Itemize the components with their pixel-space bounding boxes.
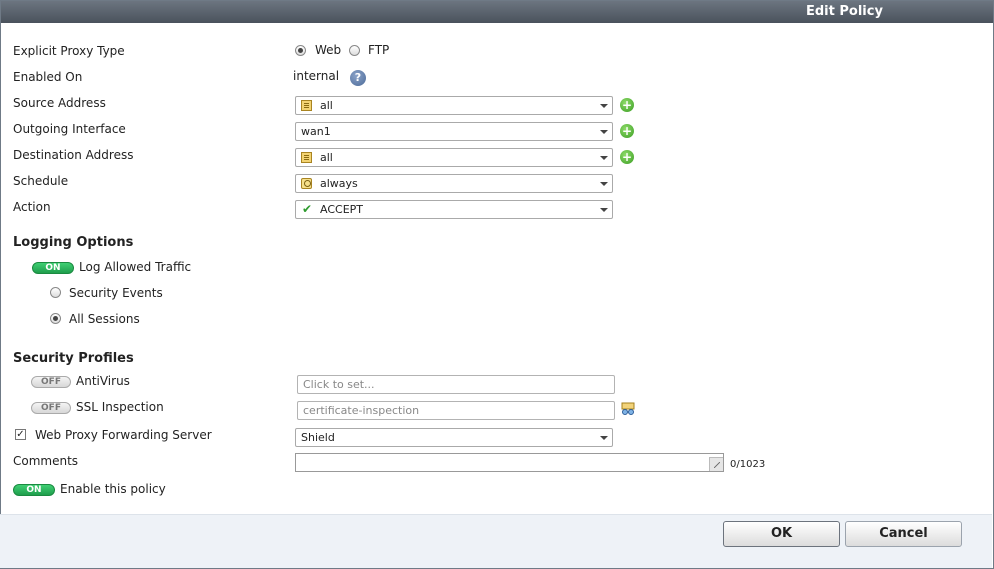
web-proxy-forwarding-select[interactable]: Shield (295, 428, 613, 447)
schedule-label: Schedule (13, 174, 69, 188)
log-allowed-traffic-label: Log Allowed Traffic (79, 260, 192, 274)
dialog-footer (0, 514, 992, 568)
chevron-down-icon (600, 156, 608, 160)
all-sessions-label: All Sessions (69, 312, 140, 326)
ssl-inspection-label: SSL Inspection (76, 400, 164, 414)
antivirus-profile-input[interactable]: Click to set... (297, 375, 615, 394)
source-address-label: Source Address (13, 96, 106, 110)
proxy-type-ftp-radio[interactable] (349, 45, 360, 56)
log-allowed-traffic-toggle[interactable]: ON (32, 262, 74, 274)
comments-textarea[interactable] (295, 453, 724, 472)
chevron-down-icon (600, 182, 608, 186)
address-icon (301, 152, 312, 163)
logging-options-heading: Logging Options (13, 235, 134, 250)
dialog-titlebar: Edit Policy (1, 1, 993, 23)
proxy-type-web-radio[interactable] (295, 45, 306, 56)
schedule-value: always (320, 177, 358, 190)
ok-button[interactable]: OK (723, 521, 840, 547)
checkmark-icon: ✔ (302, 202, 313, 216)
source-address-select[interactable]: all (295, 96, 613, 115)
destination-address-select[interactable]: all (295, 148, 613, 167)
enable-policy-label: Enable this policy (60, 482, 166, 496)
schedule-icon (301, 178, 312, 189)
proxy-type-web-label: Web (315, 43, 342, 57)
antivirus-toggle[interactable]: OFF (31, 376, 71, 388)
chevron-down-icon (600, 436, 608, 440)
address-icon (301, 100, 312, 111)
security-events-radio[interactable] (50, 287, 61, 298)
schedule-select[interactable]: always (295, 174, 613, 193)
security-profiles-heading: Security Profiles (13, 351, 134, 366)
outgoing-interface-label: Outgoing Interface (13, 122, 126, 136)
action-label: Action (13, 200, 51, 214)
all-sessions-radio[interactable] (50, 313, 61, 324)
comments-counter: 0/1023 (730, 459, 766, 470)
proxy-type-label: Explicit Proxy Type (13, 44, 125, 58)
chevron-down-icon (600, 208, 608, 212)
add-destination-address-icon[interactable]: + (620, 150, 634, 164)
outgoing-interface-value: wan1 (301, 125, 331, 138)
chevron-down-icon (600, 104, 608, 108)
cancel-button[interactable]: Cancel (845, 521, 962, 547)
outgoing-interface-select[interactable]: wan1 (295, 122, 613, 141)
security-events-label: Security Events (69, 286, 163, 300)
ssl-inspection-input[interactable]: certificate-inspection (297, 401, 615, 420)
web-proxy-forwarding-checkbox[interactable]: ✓ (15, 429, 26, 440)
destination-address-label: Destination Address (13, 148, 134, 162)
add-source-address-icon[interactable]: + (620, 98, 634, 112)
comments-label: Comments (13, 454, 79, 468)
dialog-title: Edit Policy (806, 4, 883, 19)
source-address-value: all (320, 99, 333, 112)
action-value: ACCEPT (320, 203, 363, 216)
resize-handle-icon[interactable] (709, 457, 723, 471)
inspection-settings-icon[interactable] (621, 402, 635, 416)
proxy-type-ftp-label: FTP (368, 43, 390, 57)
web-proxy-forwarding-value: Shield (301, 431, 335, 444)
enabled-on-value: internal (293, 69, 340, 83)
antivirus-label: AntiVirus (76, 374, 130, 388)
chevron-down-icon (600, 130, 608, 134)
help-icon[interactable]: ? (350, 70, 366, 86)
ssl-inspection-toggle[interactable]: OFF (31, 402, 71, 414)
action-select[interactable]: ✔ ACCEPT (295, 200, 613, 219)
add-outgoing-interface-icon[interactable]: + (620, 124, 634, 138)
destination-address-value: all (320, 151, 333, 164)
enable-policy-toggle[interactable]: ON (13, 484, 55, 496)
enabled-on-label: Enabled On (13, 70, 83, 84)
web-proxy-forwarding-label: Web Proxy Forwarding Server (35, 428, 212, 442)
